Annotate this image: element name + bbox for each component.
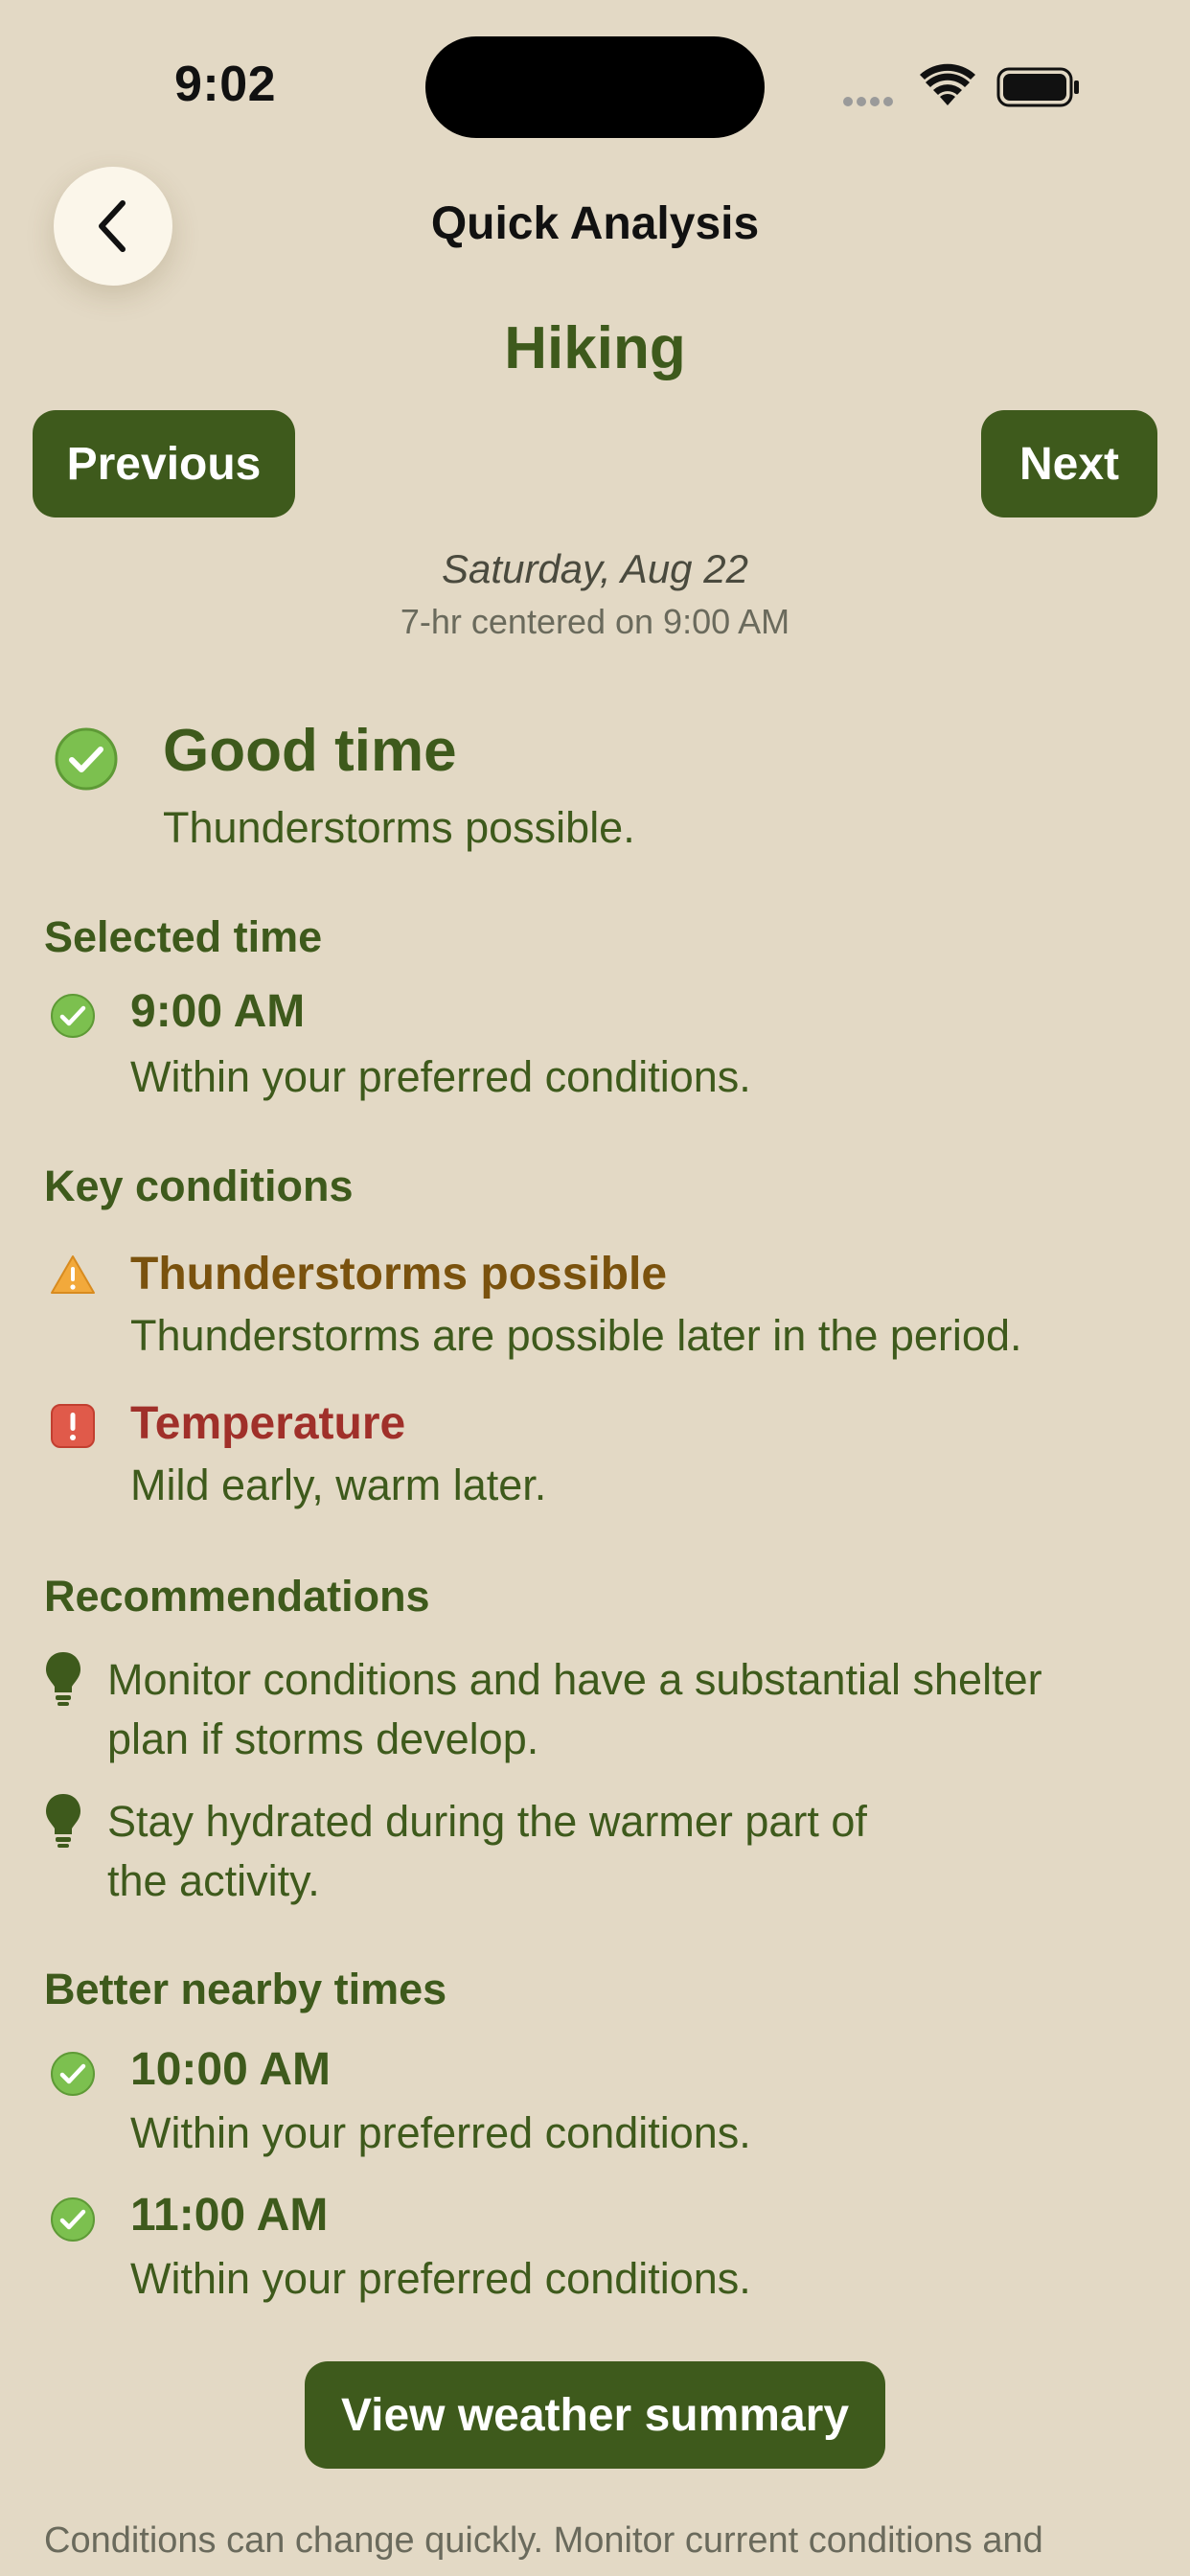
- verdict-title: Good time: [163, 718, 457, 784]
- section-heading-key-conditions: Key conditions: [44, 1162, 354, 1210]
- next-button[interactable]: Next: [981, 410, 1157, 518]
- verdict-subtitle: Thunderstorms possible.: [163, 803, 635, 852]
- condition-title-temperature: Temperature: [130, 1398, 406, 1449]
- period-window: 7-hr centered on 9:00 AM: [400, 602, 790, 641]
- activity-title: Hiking: [504, 315, 686, 381]
- cellular-signal-icon: [843, 94, 906, 106]
- selected-time-value: 9:00 AM: [130, 986, 306, 1037]
- condition-desc-thunderstorms: Thunderstorms are possible later in the …: [130, 1311, 1022, 1360]
- battery-icon: [996, 67, 1079, 107]
- recommendation-item: Monitor conditions and have a substantia…: [107, 1655, 1042, 1763]
- lightbulb-icon: [46, 1652, 80, 1706]
- condition-title-thunderstorms: Thunderstorms possible: [130, 1249, 668, 1300]
- page-title: Quick Analysis: [430, 198, 760, 249]
- condition-desc-temperature: Mild early, warm later.: [130, 1460, 547, 1509]
- better-time-note: Within your preferred conditions.: [130, 2254, 751, 2303]
- check-circle-icon: [51, 2052, 95, 2096]
- lightbulb-icon: [46, 1794, 80, 1848]
- exclamation-square-icon: [51, 1404, 95, 1448]
- section-heading-selected-time: Selected time: [44, 912, 323, 961]
- wifi-icon: [920, 63, 975, 105]
- previous-button[interactable]: Previous: [33, 410, 295, 518]
- recommendation-item: Stay hydrated during the warmer part of …: [107, 1797, 867, 1905]
- section-heading-recommendations: Recommendations: [44, 1572, 430, 1621]
- better-time-value: 10:00 AM: [130, 2044, 331, 2095]
- dynamic-island: [425, 36, 765, 138]
- warning-triangle-icon: [51, 1255, 95, 1294]
- check-circle-icon: [55, 727, 118, 791]
- selected-time-note: Within your preferred conditions.: [130, 1052, 751, 1101]
- check-circle-icon: [51, 2197, 95, 2242]
- section-heading-better-times: Better nearby times: [44, 1965, 447, 2013]
- period-date: Saturday, Aug 22: [442, 546, 748, 591]
- better-time-value: 11:00 AM: [130, 2190, 329, 2241]
- footer-disclaimer: Conditions can change quickly. Monitor c…: [44, 2520, 1043, 2561]
- check-circle-icon: [51, 994, 95, 1038]
- status-time: 9:02: [174, 57, 277, 112]
- view-weather-summary-button[interactable]: View weather summary: [305, 2361, 885, 2469]
- better-time-note: Within your preferred conditions.: [130, 2108, 751, 2157]
